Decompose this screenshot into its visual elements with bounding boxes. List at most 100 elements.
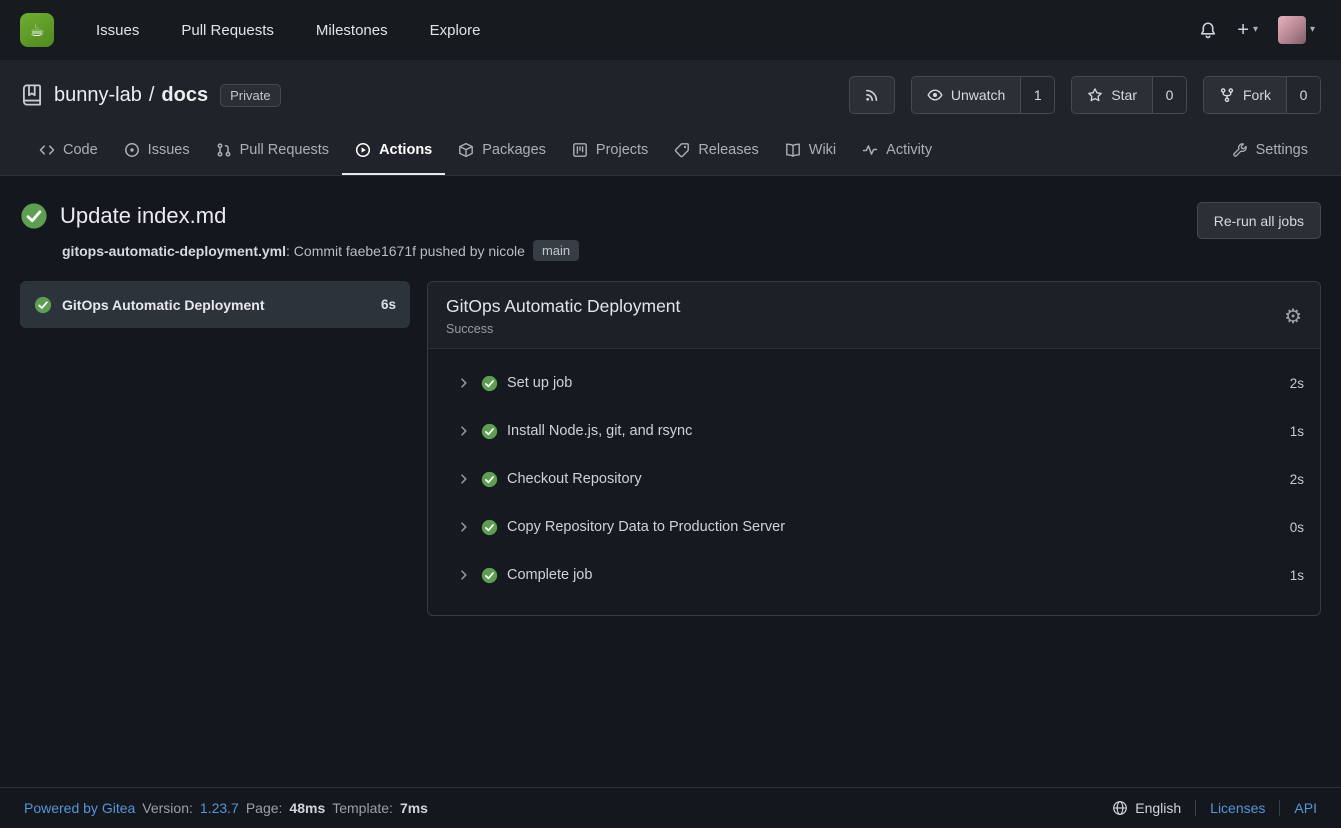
run-body: GitOps Automatic Deployment 6s GitOps Au… xyxy=(20,281,1321,616)
chevron-down-icon: ▾ xyxy=(1310,25,1315,35)
tab-issues[interactable]: Issues xyxy=(111,126,203,175)
tab-releases-label: Releases xyxy=(698,142,758,158)
api-link[interactable]: API xyxy=(1280,800,1317,816)
eye-icon xyxy=(927,87,943,103)
success-check-icon xyxy=(481,567,498,584)
watchers-count[interactable]: 1 xyxy=(1020,77,1054,113)
play-circle-icon xyxy=(355,142,371,158)
rerun-all-jobs-button[interactable]: Re-run all jobs xyxy=(1197,202,1321,239)
user-menu-button[interactable]: ▾ xyxy=(1278,16,1315,44)
rss-button[interactable] xyxy=(849,76,895,114)
language-selector[interactable]: English xyxy=(1112,800,1195,816)
repo-icon xyxy=(20,83,44,107)
nav-explore-link[interactable]: Explore xyxy=(430,22,481,39)
tab-actions-label: Actions xyxy=(379,142,432,158)
tab-activity[interactable]: Activity xyxy=(849,126,945,175)
nav-issues-link[interactable]: Issues xyxy=(96,22,139,39)
tab-issues-label: Issues xyxy=(148,142,190,158)
tab-packages-label: Packages xyxy=(482,142,546,158)
success-check-icon xyxy=(34,296,52,314)
version-link[interactable]: 1.23.7 xyxy=(200,800,239,816)
template-time-label: Template: xyxy=(332,800,393,816)
job-options-button[interactable]: ⚙ xyxy=(1284,304,1302,329)
repo-separator: / xyxy=(149,84,155,107)
avatar xyxy=(1278,16,1306,44)
branch-badge[interactable]: main xyxy=(533,240,579,261)
run-header: Update index.md gitops-automatic-deploym… xyxy=(20,202,1321,261)
version-label: Version: xyxy=(142,800,193,816)
step-duration: 0s xyxy=(1290,520,1304,535)
chevron-right-icon[interactable] xyxy=(456,519,472,535)
repo-owner-link[interactable]: bunny-lab xyxy=(54,84,142,107)
tab-code[interactable]: Code xyxy=(26,126,111,175)
workflow-file-link[interactable]: gitops-automatic-deployment.yml xyxy=(62,243,286,259)
tab-packages[interactable]: Packages xyxy=(445,126,559,175)
job-panel-title: GitOps Automatic Deployment xyxy=(446,296,680,317)
step-duration: 1s xyxy=(1290,424,1304,439)
repo-title-row: bunny-lab / docs Private Unwatch 1 xyxy=(20,76,1321,126)
step-row[interactable]: Set up job 2s xyxy=(428,359,1320,407)
nav-pull-requests-link[interactable]: Pull Requests xyxy=(181,22,274,39)
tab-settings-label: Settings xyxy=(1256,142,1308,158)
star-button[interactable]: Star xyxy=(1072,77,1152,113)
step-row[interactable]: Copy Repository Data to Production Serve… xyxy=(428,503,1320,551)
step-duration: 2s xyxy=(1290,472,1304,487)
gitea-logo[interactable]: ☕ xyxy=(20,13,54,47)
project-board-icon xyxy=(572,142,588,158)
step-row[interactable]: Complete job 1s xyxy=(428,551,1320,599)
tab-pull-requests-label: Pull Requests xyxy=(240,142,329,158)
licenses-link[interactable]: Licenses xyxy=(1196,800,1279,816)
chevron-right-icon[interactable] xyxy=(456,471,472,487)
notifications-button[interactable] xyxy=(1199,21,1217,39)
bell-icon xyxy=(1199,21,1217,39)
step-name: Complete job xyxy=(507,567,592,583)
chevron-right-icon[interactable] xyxy=(456,423,472,439)
chevron-right-icon[interactable] xyxy=(456,375,472,391)
tab-projects[interactable]: Projects xyxy=(559,126,661,175)
tab-projects-label: Projects xyxy=(596,142,648,158)
tab-code-label: Code xyxy=(63,142,98,158)
tab-settings[interactable]: Settings xyxy=(1219,126,1321,175)
globe-icon xyxy=(1112,800,1128,816)
success-check-icon xyxy=(481,423,498,440)
top-navbar: ☕ Issues Pull Requests Milestones Explor… xyxy=(0,0,1341,60)
step-name: Copy Repository Data to Production Serve… xyxy=(507,519,785,535)
tab-actions[interactable]: Actions xyxy=(342,126,445,175)
page-time-label: Page: xyxy=(246,800,283,816)
repo-header: bunny-lab / docs Private Unwatch 1 xyxy=(0,60,1341,176)
watch-button-group: Unwatch 1 xyxy=(911,76,1055,114)
pull-request-icon xyxy=(216,142,232,158)
job-panel-header: GitOps Automatic Deployment Success ⚙ xyxy=(428,282,1320,349)
nav-milestones-link[interactable]: Milestones xyxy=(316,22,388,39)
success-check-icon xyxy=(481,519,498,536)
unwatch-button[interactable]: Unwatch xyxy=(912,77,1020,113)
fork-button-group: Fork 0 xyxy=(1203,76,1321,114)
repo-name-link[interactable]: docs xyxy=(161,84,208,107)
star-icon xyxy=(1087,87,1103,103)
language-label: English xyxy=(1135,800,1181,816)
run-header-left: Update index.md gitops-automatic-deploym… xyxy=(20,202,1197,261)
create-new-button[interactable]: + ▾ xyxy=(1237,20,1258,40)
chevron-right-icon[interactable] xyxy=(456,567,472,583)
step-duration: 1s xyxy=(1290,568,1304,583)
tab-pull-requests[interactable]: Pull Requests xyxy=(203,126,342,175)
powered-by-link[interactable]: Powered by Gitea xyxy=(24,800,135,816)
chevron-down-icon: ▾ xyxy=(1253,25,1258,35)
step-row[interactable]: Checkout Repository 2s xyxy=(428,455,1320,503)
fork-button[interactable]: Fork xyxy=(1204,77,1286,113)
stars-count[interactable]: 0 xyxy=(1152,77,1186,113)
forks-count[interactable]: 0 xyxy=(1286,77,1320,113)
success-check-icon xyxy=(20,202,48,230)
tab-releases[interactable]: Releases xyxy=(661,126,771,175)
tab-wiki[interactable]: Wiki xyxy=(772,126,849,175)
job-duration: 6s xyxy=(381,297,396,312)
job-list-item[interactable]: GitOps Automatic Deployment 6s xyxy=(20,281,410,328)
footer-left: Powered by Gitea Version: 1.23.7 Page: 4… xyxy=(24,800,428,816)
repo-tabs: Code Issues Pull Requests Actions Packag… xyxy=(26,126,1321,175)
success-check-icon xyxy=(481,375,498,392)
private-badge: Private xyxy=(220,84,280,107)
step-row[interactable]: Install Node.js, git, and rsync 1s xyxy=(428,407,1320,455)
pulse-icon xyxy=(862,142,878,158)
package-icon xyxy=(458,142,474,158)
job-detail-panel: GitOps Automatic Deployment Success ⚙ Se… xyxy=(427,281,1321,616)
